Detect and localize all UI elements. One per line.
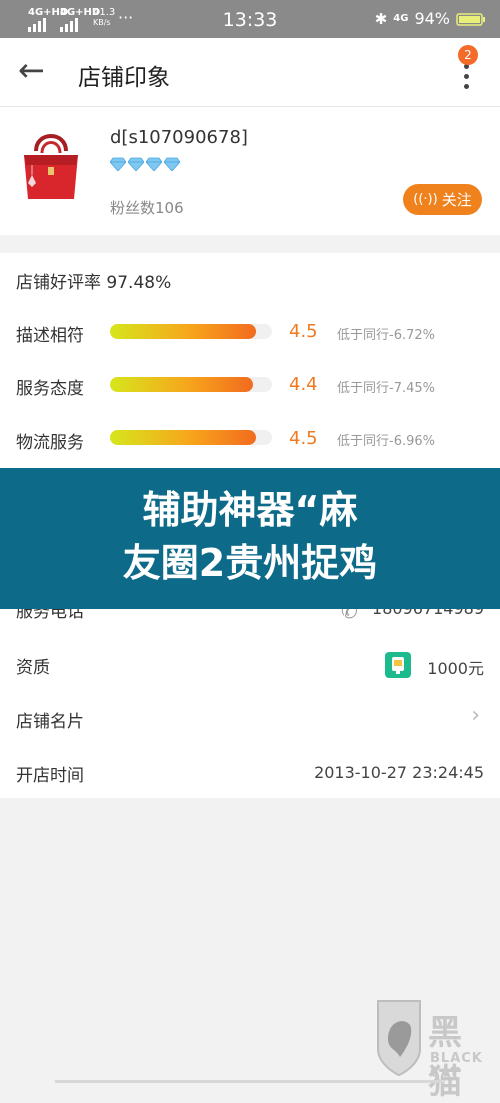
rating-bar-fill — [110, 324, 256, 339]
diamond-icon — [110, 157, 126, 171]
phone-icon: ✆ — [341, 609, 358, 623]
rating-compare-description: 低于同行-6.72% — [337, 328, 435, 343]
follow-label: 关注 — [441, 191, 472, 209]
battery-icon — [456, 12, 485, 26]
blackcat-watermark: 黑猫 BLACK CAT — [374, 995, 492, 1102]
cat-shield-icon — [377, 1000, 421, 1077]
store-card-label: 店铺名片 — [16, 712, 84, 732]
rating-score-description: 4.5 — [289, 321, 318, 342]
app-header: ← 店铺印象 — [0, 38, 500, 107]
status-right: ✱ 4G 94% — [375, 9, 486, 28]
rating-score-service: 4.4 — [289, 374, 318, 395]
rating-bar-fill — [110, 430, 256, 445]
qualification-label: 资质 — [16, 658, 50, 678]
store-avatar-handbag — [24, 134, 78, 199]
store-card: d[s107090678] 粉丝数106 — [0, 107, 500, 235]
follow-button[interactable]: ((·)) 关注 — [403, 184, 482, 215]
rating-bar-description — [110, 324, 272, 339]
overlay-line-2: 友圈2贵州捉鸡 — [122, 541, 378, 585]
rating-compare-service: 低于同行-7.45% — [337, 381, 435, 396]
diamond-icon — [128, 157, 144, 171]
qualification-value: 1000元 — [427, 659, 484, 678]
store-name: d[s107090678] — [110, 127, 248, 148]
rating-label-logistics: 物流服务 — [16, 433, 84, 453]
open-time-value: 2013-10-27 23:24:45 — [314, 763, 484, 782]
phone-value: 18096714989 — [372, 609, 484, 618]
phone-label: 服务电话 — [16, 609, 84, 622]
watermark-text-en: BLACK CAT — [430, 1051, 483, 1081]
status-bar: 4G+HD 4G+HD 41.3 KB/s ··· 13:33 ✱ 4G 94% — [0, 0, 500, 38]
rating-bar-logistics — [110, 430, 272, 445]
license-icon — [385, 652, 411, 678]
rating-score-logistics: 4.5 — [289, 428, 318, 449]
more-menu-icon[interactable] — [458, 64, 474, 94]
seller-level-diamonds — [110, 157, 180, 171]
page-title: 店铺印象 — [78, 65, 170, 91]
back-arrow-icon[interactable]: ← — [18, 54, 45, 86]
open-time-label: 开店时间 — [16, 766, 84, 786]
rating-bar-fill — [110, 377, 253, 392]
battery-percent: 94% — [414, 9, 450, 28]
rating-bar-service — [110, 377, 272, 392]
network-label-3: 4G — [393, 13, 409, 24]
rating-section: 店铺好评率 97.48% 描述相符 4.5 低于同行-6.72% 服务态度 4.… — [0, 253, 500, 468]
rating-label-service: 服务态度 — [16, 379, 84, 399]
overlay-banner: 辅助神器“麻 友圈2贵州捉鸡 — [0, 468, 500, 609]
diamond-icon — [164, 157, 180, 171]
chevron-right-icon: › — [471, 703, 480, 728]
diamond-icon — [146, 157, 162, 171]
rating-compare-logistics: 低于同行-6.96% — [337, 434, 435, 449]
overlay-line-1: 辅助神器“麻 — [142, 488, 358, 532]
broadcast-icon: ((·)) — [413, 192, 438, 207]
store-card-row[interactable]: 店铺名片 › — [0, 693, 500, 743]
store-info-list: 服务电话 ✆ 18096714989 资质 1000元 店铺名片 › 开店时间 … — [0, 609, 500, 798]
fans-count: 粉丝数106 — [110, 199, 184, 217]
phone-row[interactable]: 服务电话 ✆ 18096714989 — [0, 609, 500, 635]
positive-rate: 店铺好评率 97.48% — [16, 273, 172, 293]
rating-label-description: 描述相符 — [16, 326, 84, 346]
notification-badge: 2 — [458, 45, 478, 65]
bluetooth-icon: ✱ — [374, 9, 388, 28]
